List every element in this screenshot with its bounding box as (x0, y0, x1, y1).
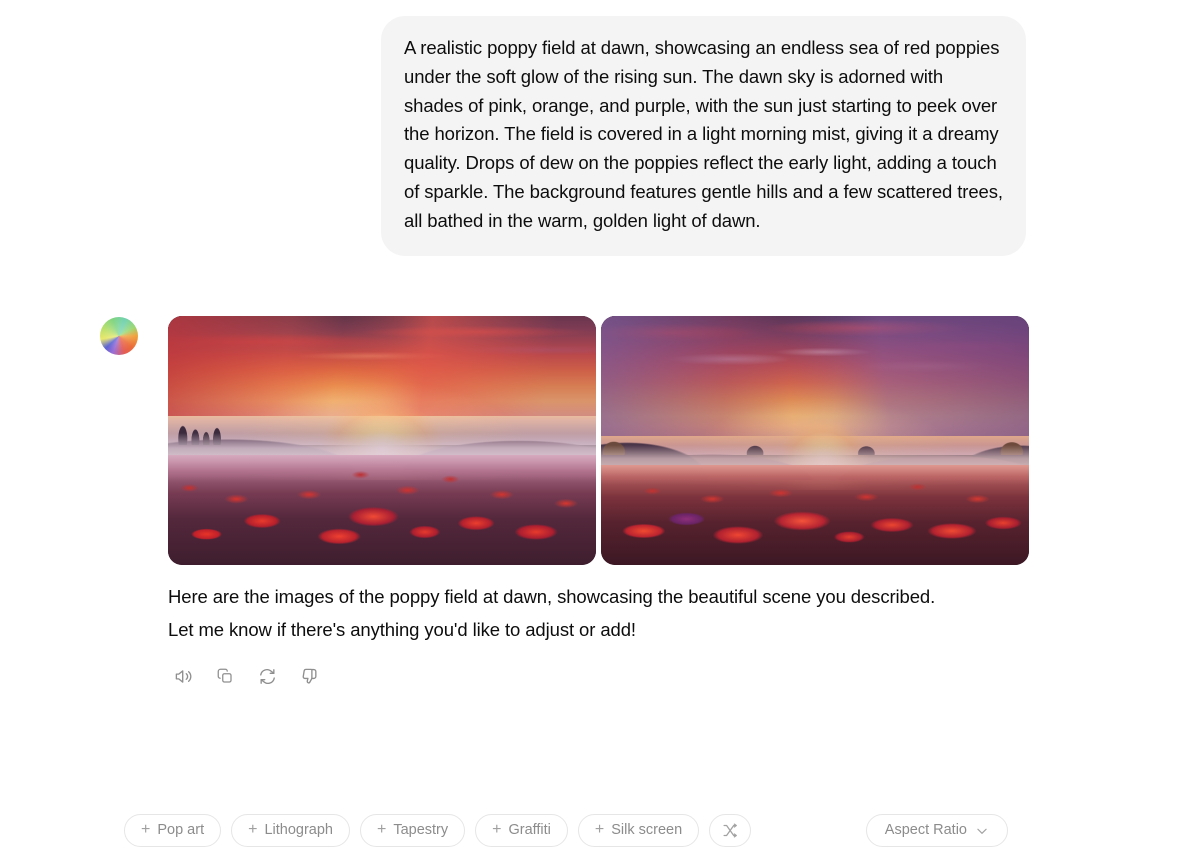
assistant-message-layout: Here are the images of the poppy field a… (100, 316, 1160, 691)
chevron-down-icon (975, 824, 989, 838)
style-chip-silk-screen[interactable]: + Silk screen (577, 814, 700, 847)
style-chip-label: Graffiti (508, 822, 551, 839)
read-aloud-button[interactable] (168, 661, 198, 691)
aspect-ratio-button[interactable]: Aspect Ratio (865, 814, 1008, 847)
color-wheel-avatar-icon (100, 317, 138, 355)
assistant-paragraph-2: Let me know if there's anything you'd li… (168, 619, 636, 640)
regenerate-button[interactable] (252, 661, 282, 691)
plus-icon: + (376, 821, 387, 838)
image2-poppies (601, 465, 1029, 565)
speaker-read-aloud-icon (174, 667, 193, 686)
thumbs-down-icon (300, 667, 319, 686)
bottom-toolbar: + Pop art + Lithograph + Tapestry + Graf… (0, 814, 1200, 847)
user-message-text: A realistic poppy field at dawn, showcas… (404, 37, 1008, 231)
plus-icon: + (594, 821, 605, 838)
shuffle-styles-button[interactable] (709, 814, 752, 847)
message-action-row (168, 661, 1160, 691)
user-message-row: A realistic poppy field at dawn, showcas… (0, 0, 1200, 256)
style-chip-lithograph[interactable]: + Lithograph (231, 814, 350, 847)
user-message-bubble: A realistic poppy field at dawn, showcas… (381, 16, 1026, 256)
generated-image-2[interactable] (601, 316, 1029, 565)
assistant-paragraph-1: Here are the images of the poppy field a… (168, 586, 936, 607)
copy-icon (216, 667, 234, 685)
plus-icon: + (141, 821, 151, 838)
copy-button[interactable] (210, 661, 240, 691)
style-chip-label: Tapestry (393, 822, 449, 839)
thumbs-down-button[interactable] (294, 661, 324, 691)
style-suggestion-chips: + Pop art + Lithograph + Tapestry + Graf… (124, 814, 752, 847)
plus-icon: + (248, 821, 258, 838)
generated-image-grid (168, 316, 1160, 565)
generated-image-1[interactable] (168, 316, 596, 565)
assistant-response-text: Here are the images of the poppy field a… (168, 580, 1160, 646)
plus-icon: + (492, 821, 502, 838)
style-chip-label: Silk screen (611, 822, 683, 839)
assistant-message-turn: Here are the images of the poppy field a… (100, 316, 1160, 691)
image1-poppies (168, 455, 596, 565)
assistant-message-content: Here are the images of the poppy field a… (168, 316, 1160, 691)
style-chip-pop-art[interactable]: + Pop art (124, 814, 222, 847)
style-chip-graffiti[interactable]: + Graffiti (475, 814, 568, 847)
shuffle-icon (722, 822, 739, 839)
regenerate-icon (258, 667, 277, 686)
style-chip-label: Pop art (157, 822, 205, 839)
style-chip-tapestry[interactable]: + Tapestry (359, 814, 466, 847)
style-chip-label: Lithograph (264, 822, 333, 839)
aspect-ratio-label: Aspect Ratio (884, 822, 967, 839)
